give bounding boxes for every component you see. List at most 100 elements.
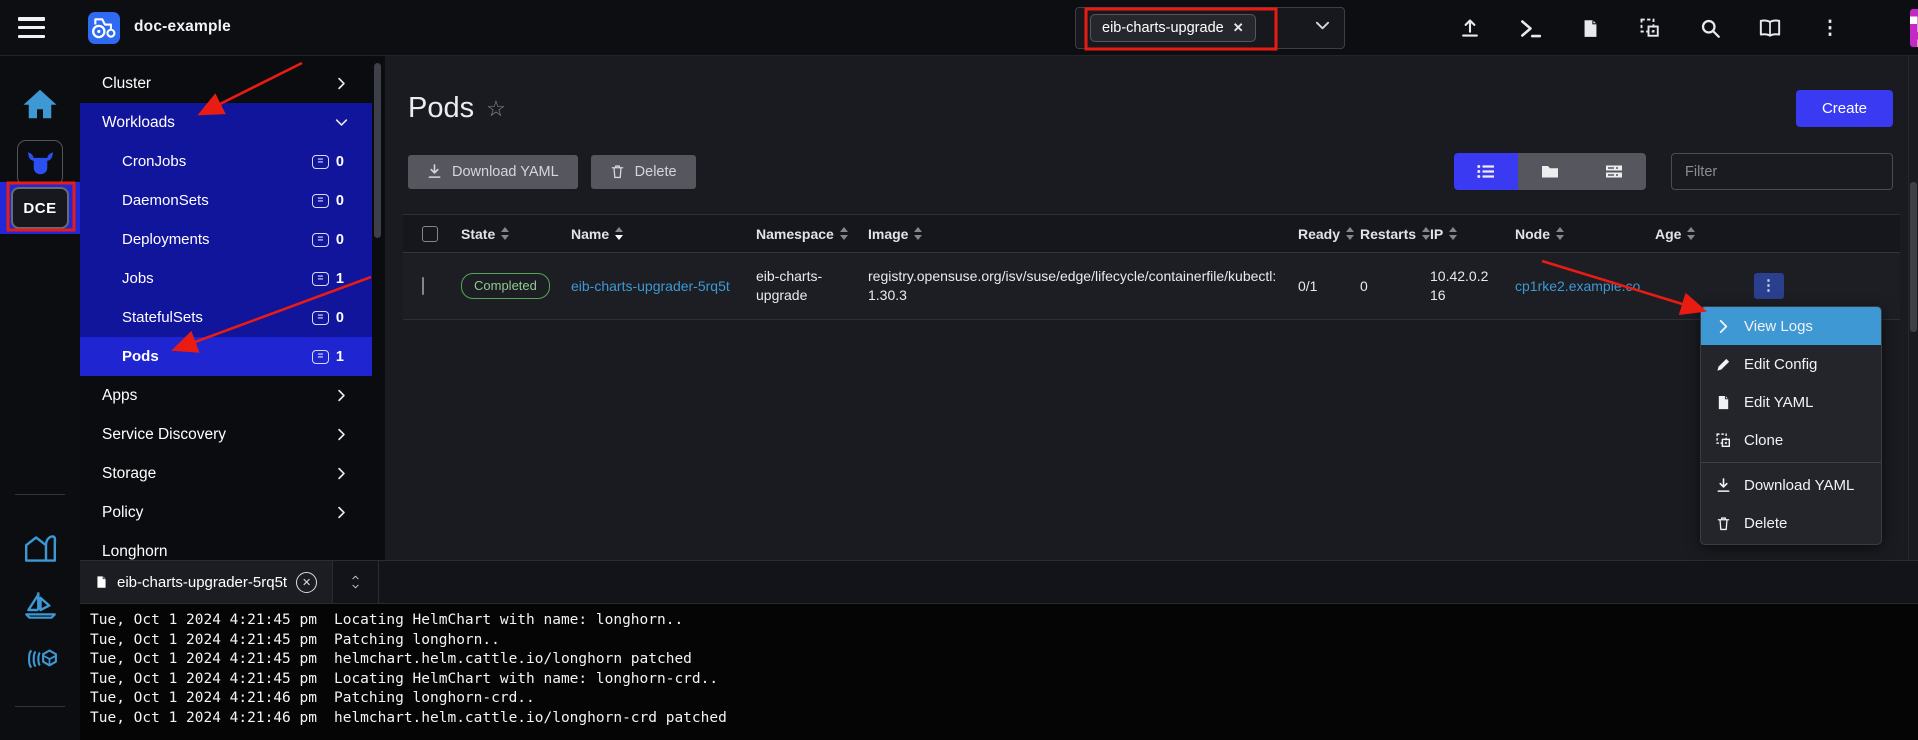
menu-divider bbox=[1701, 462, 1881, 463]
sidebar-item-cronjobs[interactable]: CronJobs =0 bbox=[80, 142, 372, 181]
chevron-up-icon bbox=[350, 574, 361, 581]
menu-item-edit-yaml[interactable]: Edit YAML bbox=[1701, 383, 1881, 421]
resource-count-badge: =0 bbox=[312, 310, 372, 326]
log-tab[interactable]: eib-charts-upgrader-5rq5t ✕ bbox=[80, 561, 333, 603]
resource-count-badge: =1 bbox=[312, 349, 372, 365]
table-row: Completed eib-charts-upgrader-5rq5t eib-… bbox=[403, 253, 1900, 320]
namespace-filter-dropdown[interactable]: eib-charts-upgrade ✕ bbox=[1075, 7, 1345, 49]
column-header-name[interactable]: Name bbox=[561, 215, 746, 252]
sidebar-item-policy[interactable]: Policy bbox=[80, 493, 372, 532]
left-rail: DCE bbox=[0, 56, 80, 740]
sidebar-item-pods[interactable]: Pods =1 bbox=[80, 337, 372, 376]
close-tab-icon[interactable]: ✕ bbox=[296, 572, 317, 593]
panel-resize-toggle[interactable] bbox=[333, 561, 379, 603]
favorite-star-icon[interactable]: ☆ bbox=[486, 96, 506, 122]
sidebar-item-statefulsets[interactable]: StatefulSets =0 bbox=[80, 298, 372, 337]
sort-icon bbox=[840, 227, 848, 240]
sidebar-item-workloads[interactable]: Workloads bbox=[80, 103, 372, 142]
log-message: helmchart.helm.cattle.io/longhorn-crd pa… bbox=[334, 710, 727, 726]
grouped-view-button[interactable] bbox=[1582, 153, 1646, 190]
select-all-checkbox[interactable] bbox=[422, 226, 438, 242]
chevron-icon bbox=[335, 116, 372, 129]
column-header-node[interactable]: Node bbox=[1505, 215, 1645, 252]
log-line: Tue, Oct 1 2024 4:21:45 pmLocating HelmC… bbox=[90, 611, 1908, 631]
bull-cluster-icon[interactable] bbox=[17, 140, 63, 186]
sidebar-item-jobs[interactable]: Jobs =1 bbox=[80, 259, 372, 298]
docs-book-icon[interactable] bbox=[1759, 17, 1781, 39]
main-scrollbar-thumb[interactable] bbox=[1910, 182, 1917, 332]
sort-icon bbox=[914, 227, 922, 240]
namespace-pill-label: eib-charts-upgrade bbox=[1102, 20, 1224, 36]
chevron-down-icon bbox=[350, 583, 361, 590]
sidebar-item-deployments[interactable]: Deployments =0 bbox=[80, 220, 372, 259]
cluster-badge-dce[interactable]: DCE bbox=[11, 187, 69, 229]
sidebar-item-storage[interactable]: Storage bbox=[80, 454, 372, 493]
table-header-row: State Name Namespace Image Ready Restart… bbox=[403, 215, 1900, 253]
folder-view-button[interactable] bbox=[1518, 153, 1582, 190]
kebab-menu-icon[interactable]: ⋮ bbox=[1819, 17, 1841, 39]
file-icon[interactable] bbox=[1579, 17, 1601, 39]
list-view-button[interactable] bbox=[1454, 153, 1518, 190]
sidebar-scrollbar-thumb[interactable] bbox=[374, 63, 381, 238]
menu-item-download-yaml[interactable]: Download YAML bbox=[1701, 466, 1881, 504]
sort-icon bbox=[1687, 227, 1695, 240]
namespace-filter-pill[interactable]: eib-charts-upgrade ✕ bbox=[1090, 14, 1256, 42]
barn-icon[interactable] bbox=[24, 534, 57, 567]
sidebar-item-longhorn[interactable]: Longhorn bbox=[80, 532, 372, 560]
mesh-icon[interactable] bbox=[24, 648, 57, 681]
sidebar-item-daemonsets[interactable]: DaemonSets =0 bbox=[80, 181, 372, 220]
sidebar-item-service-discovery[interactable]: Service Discovery bbox=[80, 415, 372, 454]
row-actions-kebab-button[interactable]: ⋮ bbox=[1754, 273, 1784, 299]
column-header-state[interactable]: State bbox=[451, 215, 561, 252]
snapshot-copy-icon[interactable] bbox=[1639, 17, 1661, 39]
sailboat-icon[interactable] bbox=[24, 590, 57, 623]
sidebar-item-cluster[interactable]: Cluster bbox=[80, 64, 372, 103]
filter-input[interactable] bbox=[1671, 153, 1893, 190]
chevron-down-icon[interactable] bbox=[1315, 18, 1330, 38]
folder-icon bbox=[1541, 164, 1559, 179]
top-actions: ⋮ bbox=[1459, 0, 1918, 56]
list-icon bbox=[1477, 164, 1495, 179]
column-header-restarts[interactable]: Restarts bbox=[1350, 215, 1420, 252]
sort-icon bbox=[615, 227, 623, 240]
pods-table: State Name Namespace Image Ready Restart… bbox=[403, 214, 1900, 320]
search-icon[interactable] bbox=[1699, 17, 1721, 39]
log-timestamp: Tue, Oct 1 2024 4:21:45 pm bbox=[90, 651, 317, 667]
main-content: Pods ☆ Create Download YAML Delete bbox=[385, 56, 1918, 560]
log-timestamp: Tue, Oct 1 2024 4:21:45 pm bbox=[90, 671, 317, 687]
column-header-ip[interactable]: IP bbox=[1420, 215, 1505, 252]
log-message: Patching longhorn-crd.. bbox=[334, 690, 535, 706]
log-line: Tue, Oct 1 2024 4:21:45 pmPatching longh… bbox=[90, 631, 1908, 651]
rancher-logo-icon[interactable] bbox=[88, 12, 120, 44]
menu-item-edit-config[interactable]: Edit Config bbox=[1701, 345, 1881, 383]
sidebar: Cluster Workloads CronJobs =0 DaemonSets… bbox=[80, 56, 385, 560]
menu-item-clone[interactable]: Clone bbox=[1701, 421, 1881, 459]
home-icon[interactable] bbox=[22, 88, 58, 120]
log-line: Tue, Oct 1 2024 4:21:46 pmhelmchart.helm… bbox=[90, 709, 1908, 729]
sort-icon bbox=[1556, 227, 1564, 240]
column-header-age[interactable]: Age bbox=[1645, 215, 1740, 252]
menu-item-icon bbox=[1716, 516, 1731, 531]
delete-button[interactable]: Delete bbox=[591, 155, 696, 189]
pod-name-link[interactable]: eib-charts-upgrader-5rq5t bbox=[571, 278, 730, 294]
user-avatar[interactable] bbox=[1910, 9, 1918, 47]
kubectl-shell-icon[interactable] bbox=[1519, 17, 1541, 39]
sidebar-item-apps[interactable]: Apps bbox=[80, 376, 372, 415]
log-output: Tue, Oct 1 2024 4:21:45 pmLocating HelmC… bbox=[80, 604, 1918, 735]
create-button[interactable]: Create bbox=[1796, 90, 1893, 127]
status-badge: Completed bbox=[461, 273, 550, 299]
count-chip-icon: = bbox=[312, 194, 329, 208]
download-yaml-button[interactable]: Download YAML bbox=[408, 155, 578, 189]
column-header-ready[interactable]: Ready bbox=[1288, 215, 1350, 252]
menu-item-view-logs[interactable]: View Logs bbox=[1701, 307, 1881, 345]
menu-item-delete[interactable]: Delete bbox=[1701, 504, 1881, 542]
resource-count-badge: =0 bbox=[312, 193, 372, 209]
column-header-image[interactable]: Image bbox=[858, 215, 1288, 252]
hamburger-menu-icon[interactable] bbox=[18, 17, 45, 38]
column-header-namespace[interactable]: Namespace bbox=[746, 215, 858, 252]
remove-namespace-filter-icon[interactable]: ✕ bbox=[1233, 20, 1244, 36]
row-checkbox[interactable] bbox=[422, 277, 424, 295]
count-chip-icon: = bbox=[312, 272, 329, 286]
import-yaml-icon[interactable] bbox=[1459, 17, 1481, 39]
node-link[interactable]: cp1rke2.example.co bbox=[1515, 278, 1640, 294]
